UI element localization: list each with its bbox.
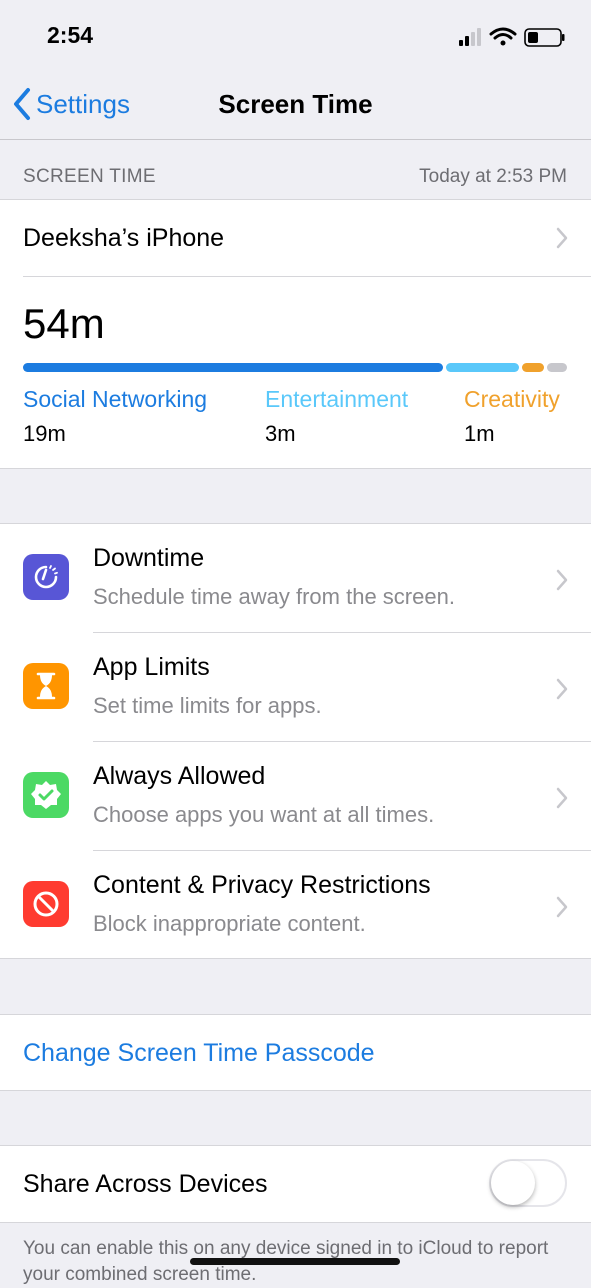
menu-subtitle: Block inappropriate content.	[93, 911, 366, 936]
battery-icon	[524, 28, 565, 47]
hourglass-icon	[23, 663, 69, 709]
category-social: Social Networking	[23, 386, 208, 412]
home-indicator[interactable]	[190, 1258, 400, 1265]
chevron-right-icon	[556, 678, 568, 700]
menu-item-app-limits[interactable]: App Limits Set time limits for apps.	[0, 633, 591, 742]
settings-menu: Downtime Schedule time away from the scr…	[0, 523, 591, 959]
checkmark-seal-icon	[23, 772, 69, 818]
downtime-icon	[23, 554, 69, 600]
wifi-icon	[489, 27, 517, 46]
menu-title: Downtime	[93, 544, 205, 572]
menu-subtitle: Schedule time away from the screen.	[93, 584, 455, 609]
change-passcode-link[interactable]: Change Screen Time Passcode	[23, 1039, 375, 1068]
menu-subtitle: Set time limits for apps.	[93, 693, 322, 718]
divider	[23, 276, 591, 277]
total-time: 54m	[23, 300, 105, 347]
menu-item-content-privacy[interactable]: Content & Privacy Restrictions Block ina…	[0, 851, 591, 960]
chevron-right-icon	[556, 787, 568, 809]
status-icons	[459, 27, 565, 47]
chevron-right-icon	[556, 227, 568, 249]
status-time: 2:54	[47, 22, 94, 48]
chevron-right-icon	[556, 896, 568, 918]
bar-segment-creativity	[522, 363, 544, 372]
section-title: SCREEN TIME	[23, 166, 156, 187]
menu-item-always-allowed[interactable]: Always Allowed Choose apps you want at a…	[0, 742, 591, 851]
category-entertainment-time: 3m	[265, 421, 296, 446]
last-updated: Today at 2:53 PM	[419, 166, 567, 187]
category-social-time: 19m	[23, 421, 66, 446]
usage-card: Deeksha’s iPhone 54m Social Networking E…	[0, 199, 591, 469]
navigation-bar: Settings Screen Time	[0, 70, 591, 140]
device-row[interactable]: Deeksha’s iPhone	[0, 200, 591, 276]
toggle-knob	[491, 1161, 535, 1205]
category-entertainment: Entertainment	[265, 386, 409, 412]
page-title: Screen Time	[218, 89, 373, 119]
bar-segment-entertainment	[446, 363, 519, 372]
menu-title: Always Allowed	[93, 762, 266, 790]
section-header: SCREEN TIME Today at 2:53 PM	[0, 140, 591, 200]
share-card: Share Across Devices	[0, 1145, 591, 1223]
menu-title: App Limits	[93, 653, 210, 681]
usage-bar	[23, 363, 567, 372]
bar-segment-other	[547, 363, 567, 372]
menu-item-downtime[interactable]: Downtime Schedule time away from the scr…	[0, 524, 591, 633]
category-creativity: Creativity	[464, 386, 560, 412]
share-label: Share Across Devices	[23, 1170, 268, 1198]
device-name: Deeksha’s iPhone	[23, 224, 225, 252]
restriction-icon	[23, 881, 69, 927]
menu-title: Content & Privacy Restrictions	[93, 871, 431, 899]
bar-segment-social	[23, 363, 443, 372]
signal-icon	[459, 28, 481, 46]
category-creativity-time: 1m	[464, 421, 495, 446]
passcode-card: Change Screen Time Passcode	[0, 1014, 591, 1091]
status-bar: 2:54	[0, 0, 591, 70]
share-toggle[interactable]	[489, 1159, 567, 1207]
chevron-right-icon	[556, 569, 568, 591]
menu-subtitle: Choose apps you want at all times.	[93, 802, 435, 827]
